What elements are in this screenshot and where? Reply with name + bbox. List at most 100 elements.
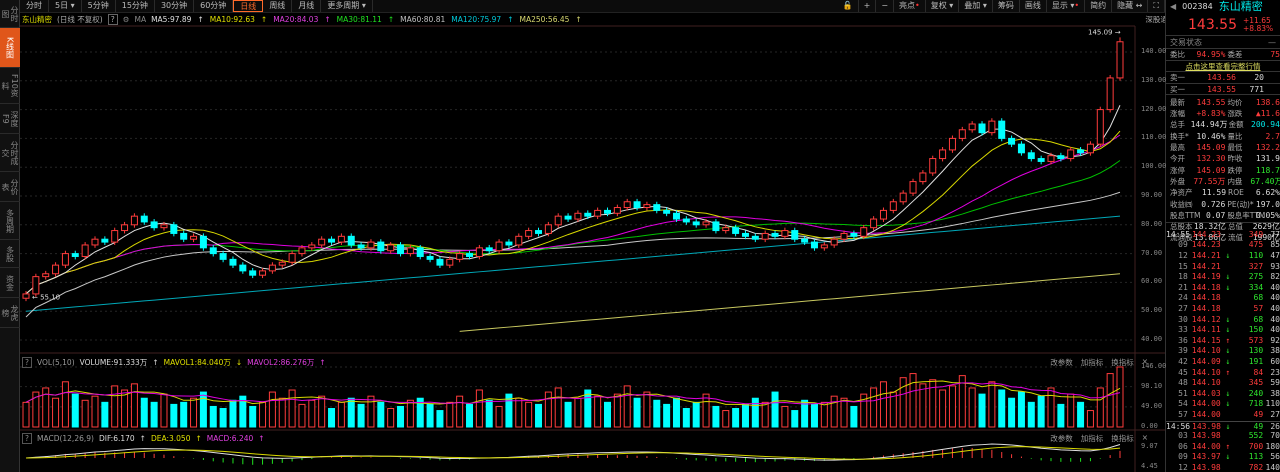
stat-value: 145.09 xyxy=(1196,143,1226,153)
volume-bar xyxy=(899,377,907,428)
candle xyxy=(397,244,405,255)
trade-price: 144.00 xyxy=(1191,441,1221,451)
candle xyxy=(564,215,572,220)
trade-count: 85 xyxy=(1270,240,1280,250)
volume-bar xyxy=(554,387,562,428)
volume-bar xyxy=(998,389,1006,428)
arrow-down-icon: ↓ xyxy=(1225,388,1231,398)
trade-count: 38 xyxy=(1270,388,1280,398)
volume-bar xyxy=(456,395,464,428)
stat-value: 11.59 xyxy=(1201,188,1227,198)
candle xyxy=(190,235,198,240)
volume-bar xyxy=(1077,401,1085,428)
candle xyxy=(623,201,631,209)
stat-value: 143.55 xyxy=(1196,97,1226,107)
legend-item: VOL(5,10) xyxy=(36,358,75,367)
volume-bar xyxy=(594,395,602,428)
collapse-arrow-icon[interactable]: ◀ xyxy=(1170,0,1176,14)
trade-row: 12 143.98 782 140 xyxy=(1166,463,1280,472)
trade-row: 06 144.00 ↑ 700 180 xyxy=(1166,442,1280,453)
volume-bar xyxy=(170,403,178,428)
pane-button[interactable]: 改参数 xyxy=(1050,357,1073,368)
help-icon[interactable]: ? xyxy=(22,357,32,368)
volume-bar xyxy=(101,401,109,428)
volume-bar xyxy=(1096,387,1104,428)
volume-bar xyxy=(751,397,759,428)
candle xyxy=(199,235,207,249)
pane-button[interactable]: 改参数 xyxy=(1050,433,1073,444)
candle xyxy=(170,224,178,234)
kline-chart[interactable]: 145.09 → ← 55.10 xyxy=(0,0,1280,472)
trade-price: 144.10 xyxy=(1191,346,1221,356)
volume-bar xyxy=(229,399,237,428)
candle xyxy=(71,253,79,257)
candle xyxy=(978,123,986,134)
candle xyxy=(81,244,89,257)
trade-status-value: — xyxy=(1268,38,1276,47)
volume-bar xyxy=(978,393,986,428)
legend-item: MAVOL1:84.040万 xyxy=(163,358,231,367)
trade-row: 36 144.15 ↑ 573 92 xyxy=(1166,336,1280,347)
candle xyxy=(1008,137,1016,145)
stat-value: 118.7 xyxy=(1255,165,1280,175)
volume-bar xyxy=(219,408,227,428)
candle xyxy=(594,209,602,217)
pane-button[interactable]: 换指标 xyxy=(1111,433,1134,444)
candle xyxy=(61,253,69,266)
low-price-annotation: ← 55.10 xyxy=(32,294,60,302)
candle xyxy=(298,247,306,255)
arrow-up-icon: ↑ xyxy=(1225,335,1231,345)
candle xyxy=(121,224,129,232)
stat-row: 今开 132.30 昨收 131.9 xyxy=(1170,153,1280,164)
candle xyxy=(889,201,897,211)
stat-label: 均价 xyxy=(1227,97,1243,107)
time-and-sales[interactable]: 14:55 144.23 349 77 09 144.23 475 85 12 144.21 ↓ 11… xyxy=(1166,223,1280,472)
volume-bar xyxy=(840,397,848,428)
candle xyxy=(574,212,582,220)
price-axis-label: 130.00 xyxy=(1141,75,1167,84)
volume-bar xyxy=(623,385,631,428)
volume-bar xyxy=(111,385,119,428)
candle xyxy=(653,204,661,211)
trade-row: 57 144.00 49 27 xyxy=(1166,410,1280,421)
full-quote-link[interactable]: 点击这里查看完整行情 xyxy=(1166,60,1280,73)
trade-price: 144.23 xyxy=(1192,229,1221,239)
volume-bar xyxy=(367,395,375,428)
trade-count: 40 xyxy=(1270,314,1280,324)
trade-volume: 49 xyxy=(1253,409,1264,419)
candle xyxy=(475,247,483,257)
candle xyxy=(377,241,385,252)
trade-price: 144.18 xyxy=(1191,282,1221,292)
help-icon[interactable]: ? xyxy=(22,433,32,444)
trade-row: 03 143.98 552 70 xyxy=(1166,431,1280,442)
trade-count: 38 xyxy=(1270,346,1280,356)
stat-value: 77.55万 xyxy=(1193,176,1226,186)
trade-time: 06 xyxy=(1178,441,1188,451)
volume-bar xyxy=(1037,395,1045,428)
ask1-volume: 20 xyxy=(1254,73,1264,83)
arrow-down-icon: ↓ xyxy=(1225,325,1231,335)
candle xyxy=(239,264,247,272)
candle xyxy=(988,120,996,134)
stat-label: 今开 xyxy=(1170,154,1185,164)
pane-button[interactable]: 加指标 xyxy=(1081,357,1104,368)
volume-bar xyxy=(761,401,769,428)
volume-bar xyxy=(288,389,296,428)
candle xyxy=(288,253,296,263)
trade-row: 39 144.10 ↓ 130 38 xyxy=(1166,346,1280,357)
pane-button[interactable]: 加指标 xyxy=(1081,433,1104,444)
trade-price: 143.98 xyxy=(1191,462,1221,472)
trade-count: 59 xyxy=(1270,378,1280,388)
trade-row: 42 144.09 ↓ 191 60 xyxy=(1166,357,1280,368)
stock-code: 002384 xyxy=(1182,2,1213,11)
price-axis-label: 80.00 xyxy=(1141,219,1163,228)
quote-stats: 最新 143.55 均价 138.6 涨幅 +8.83% 涨跌 ▲11.6 总手 144.94万金… xyxy=(1166,95,1280,242)
trade-count: 60 xyxy=(1270,357,1280,367)
weibi-value: 94.95% xyxy=(1196,50,1226,59)
pane-button[interactable]: 换指标 xyxy=(1111,357,1134,368)
stat-value: 200.94亿 xyxy=(1251,120,1280,130)
volume-bar xyxy=(308,399,316,428)
volume-bar xyxy=(919,383,927,428)
trade-volume: 573 xyxy=(1248,335,1264,345)
stat-label: 昨收 xyxy=(1227,154,1243,164)
